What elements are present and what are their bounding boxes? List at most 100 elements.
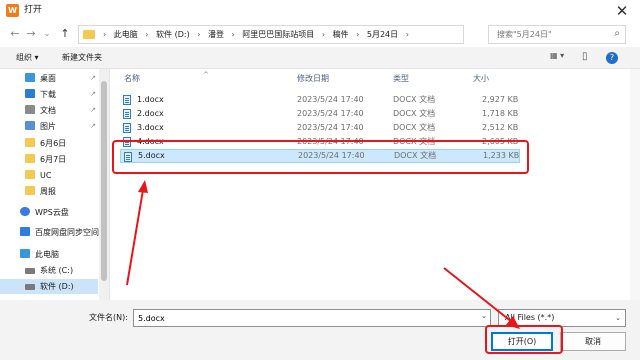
file-date: 2023/5/24 17:40 — [297, 95, 364, 104]
sidebar-item-uc[interactable]: UC — [0, 168, 98, 183]
dialog-footer: 文件名(N): ⌄ All Files (*.*) ⌄ 打开(O) 取消 — [0, 300, 640, 360]
breadcrumb-item[interactable]: 潘登 — [208, 30, 224, 39]
column-header-date[interactable]: 修改日期 — [297, 73, 329, 85]
file-type: DOCX 文档 — [393, 95, 436, 104]
sidebar-scrollbar-thumb[interactable] — [101, 81, 107, 281]
sidebar-item-wps-cloud[interactable]: WPS云盘 — [0, 205, 98, 220]
sidebar-item-downloads[interactable]: 下载 ↗ — [0, 87, 98, 102]
navigation-pane: 桌面 ↗ 下载 ↗ 文档 ↗ 图片 ↗ 6月6日 6月7日 UC 周报 WPS云… — [0, 69, 110, 300]
file-size: 2,605 KB — [482, 137, 519, 146]
search-icon[interactable]: ⌕ — [614, 28, 620, 39]
file-name: 2.docx — [137, 109, 164, 118]
sidebar-item-drive-d[interactable]: 软件 (D:) — [0, 279, 98, 294]
drive-icon — [25, 284, 35, 290]
file-row[interactable]: 2.docx 2023/5/24 17:40 DOCX 文档 1,718 KB — [120, 107, 520, 121]
sidebar-item-pictures[interactable]: 图片 ↗ — [0, 119, 98, 134]
pin-icon: ↗ — [90, 74, 96, 82]
download-icon — [25, 89, 35, 98]
breadcrumb-item[interactable]: 软件 (D:) — [156, 30, 190, 39]
folder-icon — [83, 30, 95, 39]
breadcrumb-item[interactable]: 稿件 — [333, 30, 349, 39]
column-header-type[interactable]: 类型 — [393, 73, 409, 85]
pin-icon: ↗ — [90, 106, 96, 114]
sidebar-scrollbar[interactable] — [99, 69, 109, 300]
file-row[interactable]: 4.docx 2023/5/24 17:40 DOCX 文档 2,605 KB — [120, 135, 520, 149]
file-type: DOCX 文档 — [393, 137, 436, 146]
sidebar-item-this-pc[interactable]: 此电脑 — [0, 247, 98, 262]
sidebar-item-label: 桌面 — [40, 74, 56, 83]
forward-arrow-icon[interactable]: → — [24, 26, 38, 42]
search-box[interactable]: ⌕ — [488, 25, 626, 44]
docx-file-icon — [123, 137, 131, 147]
open-button[interactable]: 打开(O) — [491, 332, 553, 351]
organize-menu-button[interactable]: 组织 ▾ — [16, 52, 39, 64]
file-row[interactable]: 1.docx 2023/5/24 17:40 DOCX 文档 2,927 KB — [120, 93, 520, 107]
file-date: 2023/5/24 17:40 — [297, 123, 364, 132]
close-button[interactable]: ✕ — [608, 0, 636, 22]
file-name: 3.docx — [137, 123, 164, 132]
docx-file-icon — [123, 109, 131, 119]
command-bar: 组织 ▾ 新建文件夹 ▦ ▾ ▯ ? — [0, 47, 640, 69]
sidebar-item-june-7[interactable]: 6月7日 — [0, 152, 98, 167]
preview-pane-icon[interactable]: ▯ — [582, 51, 588, 62]
pin-icon: ↗ — [90, 90, 96, 98]
sidebar-item-label: 6月6日 — [40, 139, 67, 148]
folder-icon — [25, 170, 35, 179]
breadcrumb-separator: › — [405, 30, 409, 39]
filename-history-chevron-icon[interactable]: ⌄ — [481, 312, 487, 320]
filename-input[interactable] — [138, 310, 468, 326]
file-type: DOCX 文档 — [394, 151, 437, 160]
docx-file-icon — [124, 152, 132, 162]
sidebar-item-weekly-report[interactable]: 周报 — [0, 184, 98, 199]
sidebar-item-label: 软件 (D:) — [40, 282, 74, 291]
filename-field[interactable]: ⌄ — [133, 309, 491, 327]
sidebar-item-june-6[interactable]: 6月6日 — [0, 136, 98, 151]
cancel-button[interactable]: 取消 — [560, 332, 626, 351]
sidebar-item-drive-c[interactable]: 系统 (C:) — [0, 263, 98, 278]
sort-ascending-icon: ^ — [203, 71, 209, 79]
sidebar-item-label: UC — [40, 171, 52, 180]
up-arrow-icon[interactable]: ↑ — [58, 26, 72, 42]
file-name: 1.docx — [137, 95, 164, 104]
breadcrumb-separator: › — [321, 30, 326, 39]
back-arrow-icon[interactable]: ← — [8, 26, 22, 42]
filetype-value: All Files (*.*) — [505, 313, 555, 322]
view-options-icon[interactable]: ▦ ▾ — [550, 51, 564, 60]
file-row[interactable]: 3.docx 2023/5/24 17:40 DOCX 文档 2,512 KB — [120, 121, 520, 135]
search-input[interactable] — [497, 26, 609, 42]
filetype-select[interactable]: All Files (*.*) ⌄ — [498, 309, 626, 327]
file-date: 2023/5/24 17:40 — [298, 151, 365, 160]
breadcrumb-separator: › — [231, 30, 235, 39]
sidebar-item-label: 系统 (C:) — [40, 266, 74, 275]
docx-file-icon — [123, 95, 131, 105]
folder-icon — [25, 154, 35, 163]
breadcrumb-separator: › — [103, 30, 107, 39]
folder-icon — [25, 186, 35, 195]
column-header-label: 名称 — [124, 74, 140, 83]
file-size: 2,927 KB — [482, 95, 519, 104]
file-list-scrollbar[interactable] — [630, 69, 640, 300]
column-header-name[interactable]: 名称 — [124, 73, 140, 85]
chevron-down-icon: ⌄ — [615, 314, 621, 322]
sidebar-item-label: 下载 — [40, 90, 56, 99]
address-row: ← → ⌄ ↑ › 此电脑 › 软件 (D:) › 潘登 › 阿里巴巴国际站项目… — [0, 22, 640, 47]
recent-locations-chevron-icon[interactable]: ⌄ — [40, 26, 54, 42]
breadcrumb-separator: › — [356, 30, 360, 39]
breadcrumb-separator: › — [145, 30, 149, 39]
picture-icon — [25, 121, 35, 130]
file-row-selected[interactable]: 5.docx 2023/5/24 17:40 DOCX 文档 1,233 KB — [120, 149, 520, 163]
column-header-size[interactable]: 大小 — [473, 73, 489, 85]
sidebar-item-desktop[interactable]: 桌面 ↗ — [0, 71, 98, 86]
pin-icon: ↗ — [90, 122, 96, 130]
desktop-icon — [25, 73, 35, 82]
breadcrumb-item[interactable]: 阿里巴巴国际站项目 — [242, 30, 314, 39]
new-folder-button[interactable]: 新建文件夹 — [62, 52, 102, 64]
file-list: 名称 ^ 修改日期 类型 大小 1.docx 2023/5/24 17:40 D… — [110, 69, 630, 300]
breadcrumb-item[interactable]: 此电脑 — [114, 30, 138, 39]
sidebar-item-baidu-sync[interactable]: 百度网盘同步空间 — [0, 225, 99, 240]
breadcrumb-item[interactable]: 5月24日 — [367, 30, 398, 39]
sidebar-item-label: 此电脑 — [35, 250, 59, 259]
address-bar[interactable]: › 此电脑 › 软件 (D:) › 潘登 › 阿里巴巴国际站项目 › 稿件 › … — [78, 25, 538, 44]
help-icon[interactable]: ? — [606, 52, 618, 64]
sidebar-item-documents[interactable]: 文档 ↗ — [0, 103, 98, 118]
